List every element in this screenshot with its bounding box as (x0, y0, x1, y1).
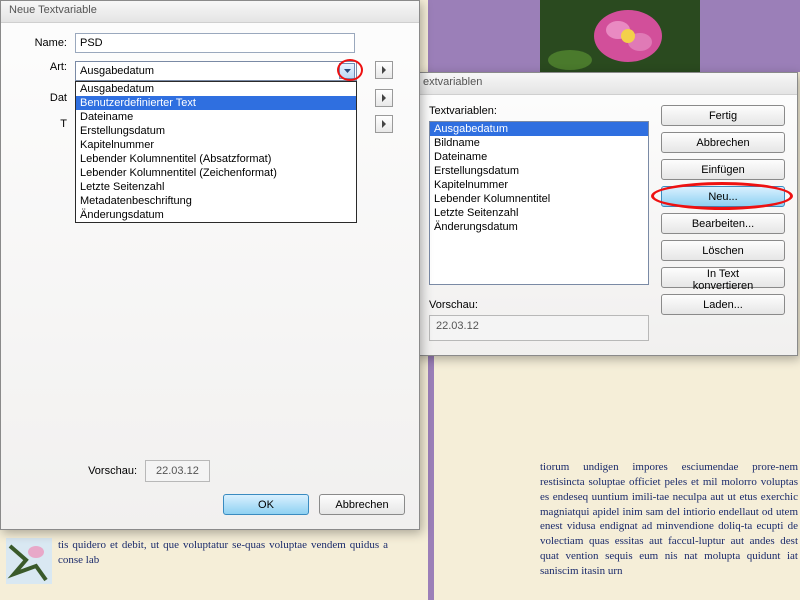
chevron-right-icon (382, 120, 386, 128)
thumbnail-image (6, 538, 52, 584)
dropdown-option[interactable]: Erstellungsdatum (76, 124, 356, 138)
delete-button[interactable]: Löschen (661, 240, 785, 261)
list-item[interactable]: Bildname (430, 136, 648, 150)
dialog-titlebar[interactable]: extvariablen (415, 73, 797, 95)
vorschau-label: Vorschau: (429, 299, 649, 311)
chevron-right-icon (382, 94, 386, 102)
text-variables-dialog: extvariablen Textvariablen: Ausgabedatum… (414, 72, 798, 356)
vorschau-output: 22.03.12 (429, 315, 649, 341)
edit-button[interactable]: Bearbeiten... (661, 213, 785, 234)
flower-image (540, 0, 700, 72)
bg-text-left: tis quidero et debit, ut que voluptatur … (58, 538, 388, 568)
cancel-button[interactable]: Abbrechen (319, 494, 405, 515)
cancel-button[interactable]: Abbrechen (661, 132, 785, 153)
list-item[interactable]: Ausgabedatum (430, 122, 648, 136)
art-label: Art: (15, 61, 75, 73)
dropdown-arrow-button[interactable] (339, 63, 355, 79)
done-button[interactable]: Fertig (661, 105, 785, 126)
flyout-button[interactable] (375, 61, 393, 79)
ok-button[interactable]: OK (223, 494, 309, 515)
flyout-button[interactable] (375, 115, 393, 133)
t-label: T (15, 118, 75, 130)
list-item[interactable]: Kapitelnummer (430, 178, 648, 192)
dialog-title: Neue Textvariable (9, 4, 97, 16)
chevron-down-icon (344, 69, 351, 73)
dropdown-option[interactable]: Benutzerdefinierter Text (76, 96, 356, 110)
text-variables-listbox[interactable]: Ausgabedatum Bildname Dateiname Erstellu… (429, 121, 649, 285)
bg-text-right: tiorum undigen impores esciumendae prore… (540, 460, 798, 579)
name-label: Name: (15, 37, 75, 49)
vorschau-label: Vorschau: (15, 465, 145, 477)
art-dropdown-list[interactable]: Ausgabedatum Benutzerdefinierter Text Da… (75, 81, 357, 223)
dropdown-option[interactable]: Dateiname (76, 110, 356, 124)
dropdown-option[interactable]: Lebender Kolumnentitel (Absatzformat) (76, 152, 356, 166)
new-button[interactable]: Neu... (661, 186, 785, 207)
dropdown-option[interactable]: Lebender Kolumnentitel (Zeichenformat) (76, 166, 356, 180)
dropdown-option[interactable]: Letzte Seitenzahl (76, 180, 356, 194)
load-button[interactable]: Laden... (661, 294, 785, 315)
convert-button[interactable]: In Text konvertieren (661, 267, 785, 288)
chevron-right-icon (382, 66, 386, 74)
list-item[interactable]: Änderungsdatum (430, 220, 648, 234)
art-combobox[interactable]: Ausgabedatum (75, 61, 357, 81)
insert-button[interactable]: Einfügen (661, 159, 785, 180)
art-value: Ausgabedatum (80, 65, 154, 77)
dialog-title: extvariablen (423, 76, 482, 88)
list-item[interactable]: Letzte Seitenzahl (430, 206, 648, 220)
vorschau-value: 22.03.12 (145, 460, 210, 482)
list-item[interactable]: Lebender Kolumnentitel (430, 192, 648, 206)
dropdown-option[interactable]: Änderungsdatum (76, 208, 356, 222)
name-input[interactable] (75, 33, 355, 53)
dropdown-option[interactable]: Kapitelnummer (76, 138, 356, 152)
dropdown-option[interactable]: Metadatenbeschriftung (76, 194, 356, 208)
flyout-button[interactable] (375, 89, 393, 107)
dropdown-option[interactable]: Ausgabedatum (76, 82, 356, 96)
dat-label: Dat (15, 92, 75, 104)
list-item[interactable]: Dateiname (430, 150, 648, 164)
dialog-titlebar[interactable]: Neue Textvariable (1, 1, 419, 23)
new-text-variable-dialog: Neue Textvariable Name: Art: Ausgabedatu… (0, 0, 420, 530)
list-item[interactable]: Erstellungsdatum (430, 164, 648, 178)
list-label: Textvariablen: (429, 105, 649, 117)
